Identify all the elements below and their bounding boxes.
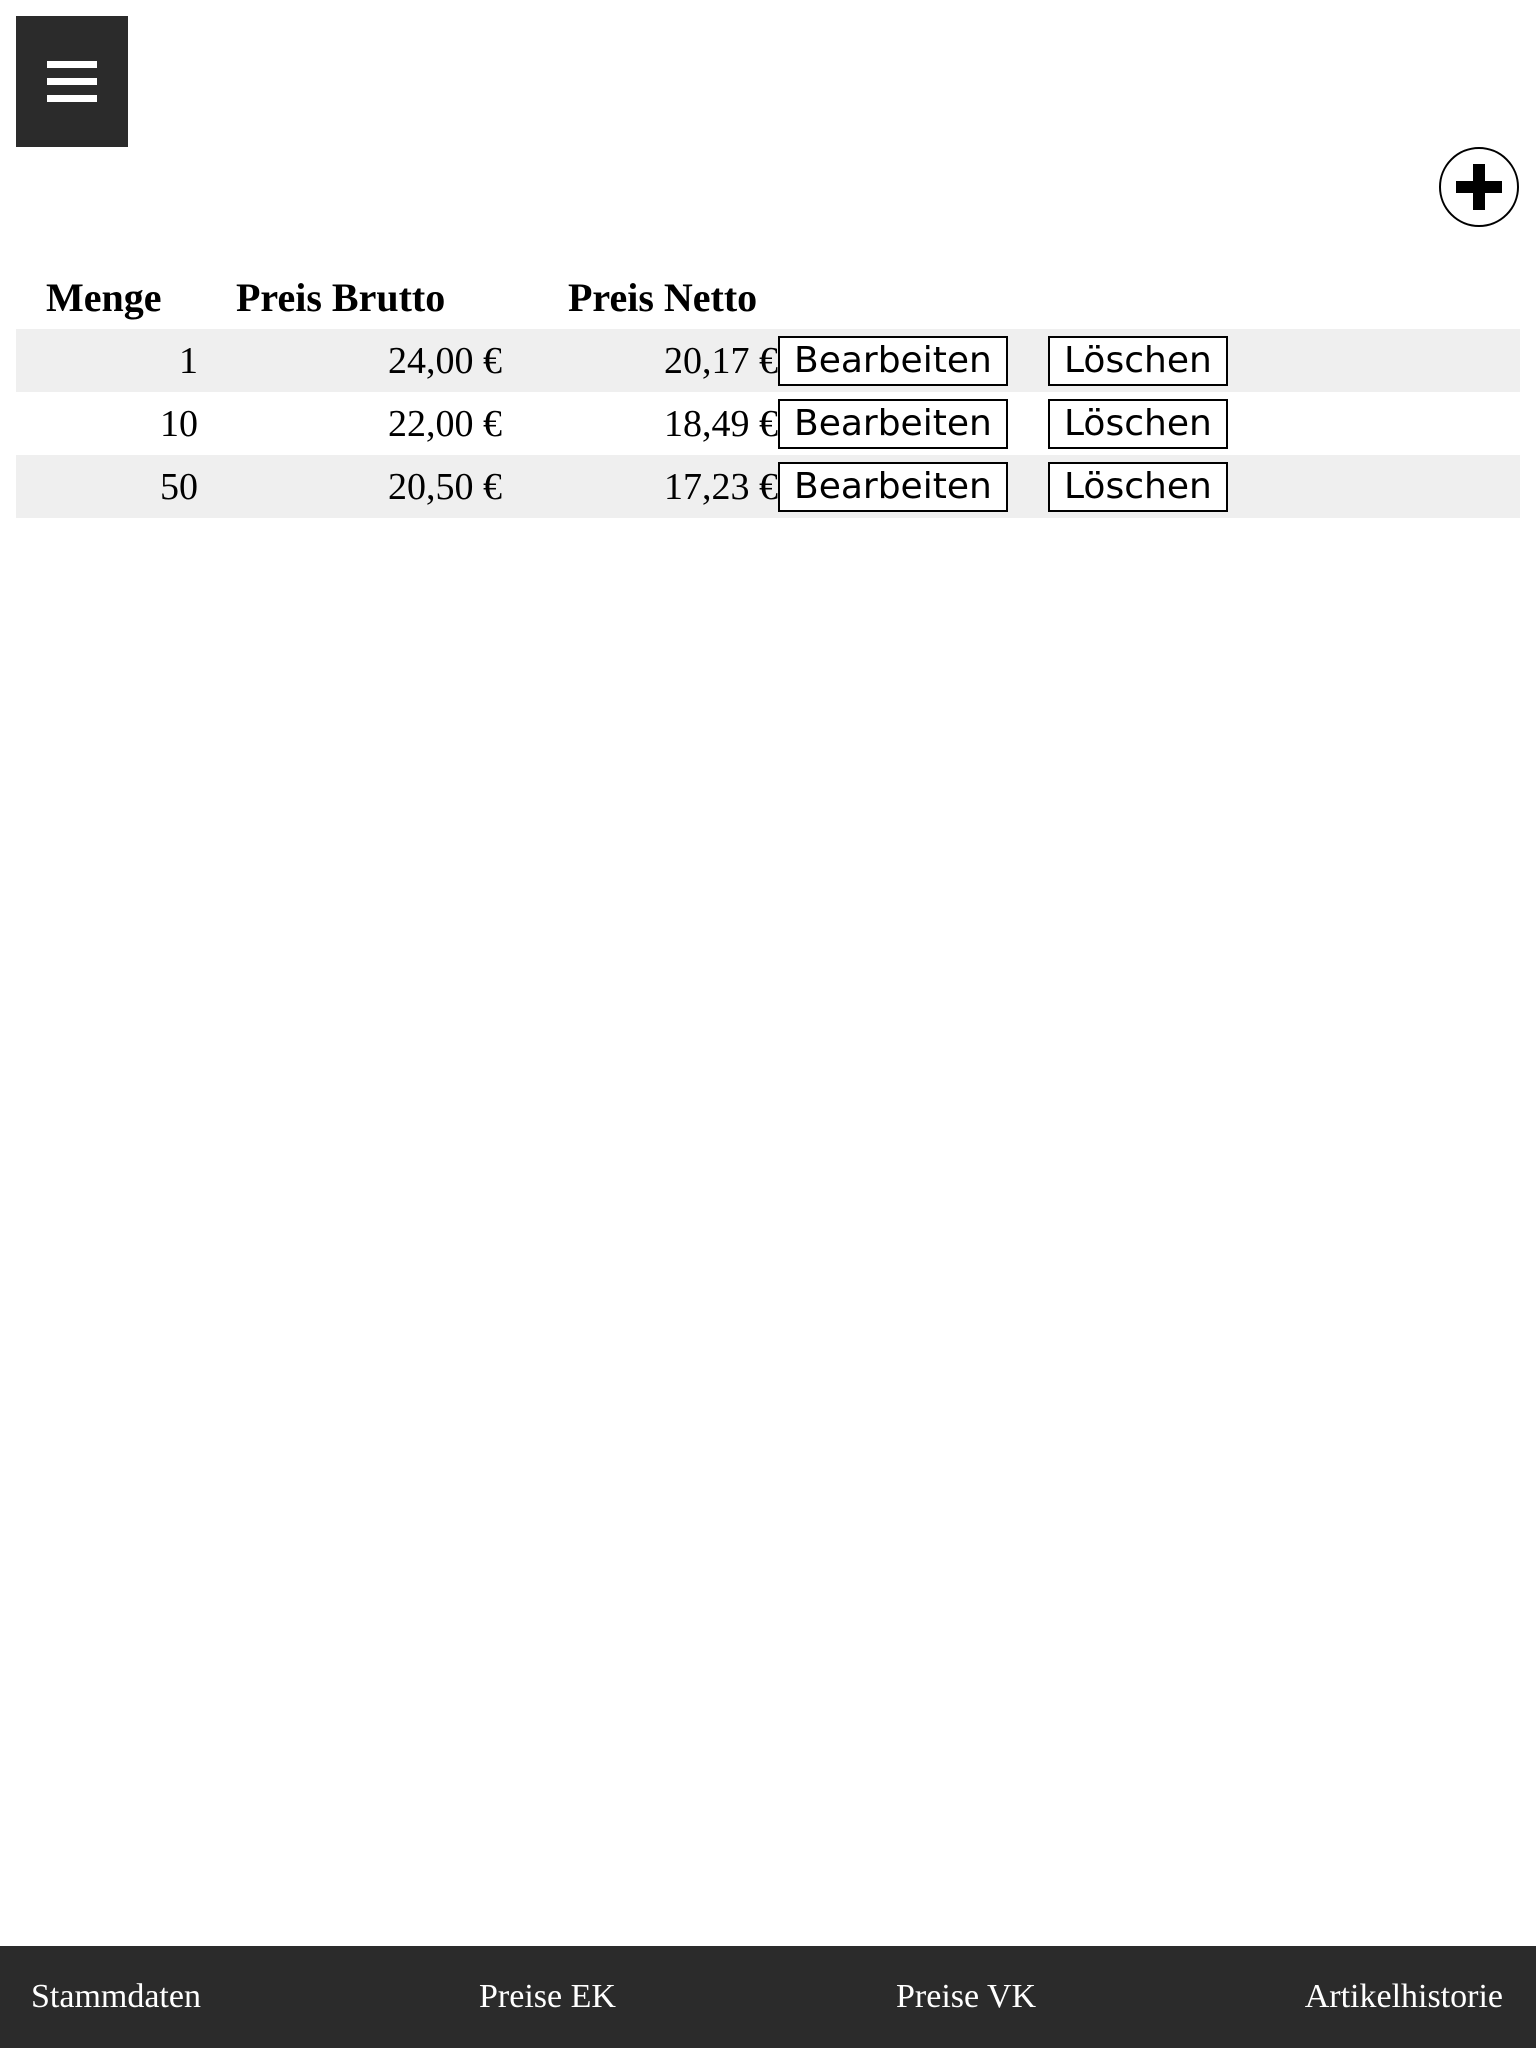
price-table: Menge Preis Brutto Preis Netto 1 24,00 €… <box>16 266 1520 518</box>
net-price-cell: 17,23 € <box>502 455 778 518</box>
nav-item-preise-ek[interactable]: Preise EK <box>479 1946 616 2048</box>
column-header-empty <box>778 266 1048 329</box>
edit-cell: Bearbeiten <box>778 329 1048 392</box>
net-price-value: 17,23 € <box>664 465 778 508</box>
bottom-navigation: Stammdaten Preise EK Preise VK Artikelhi… <box>0 1946 1536 2048</box>
delete-button[interactable]: Löschen <box>1048 335 1228 386</box>
nav-item-stammdaten[interactable]: Stammdaten <box>31 1946 201 2048</box>
table-row: 50 20,50 € 17,23 € Bearbeiten Löschen <box>16 455 1520 518</box>
edit-cell: Bearbeiten <box>778 392 1048 455</box>
net-price-value: 18,49 € <box>664 402 778 445</box>
add-price-button[interactable] <box>1439 147 1519 227</box>
edit-button[interactable]: Bearbeiten <box>778 461 1008 512</box>
quantity-value: 10 <box>160 402 198 445</box>
edit-button[interactable]: Bearbeiten <box>778 335 1008 386</box>
menu-button[interactable] <box>16 16 128 147</box>
quantity-cell: 1 <box>16 329 198 392</box>
table-row: 10 22,00 € 18,49 € Bearbeiten Löschen <box>16 392 1520 455</box>
gross-price-value: 20,50 € <box>388 465 502 508</box>
quantity-value: 1 <box>179 339 198 382</box>
table-row: 1 24,00 € 20,17 € Bearbeiten Löschen <box>16 329 1520 392</box>
quantity-cell: 10 <box>16 392 198 455</box>
delete-cell: Löschen <box>1048 329 1520 392</box>
column-header-quantity: Menge <box>46 275 162 320</box>
delete-button[interactable]: Löschen <box>1048 461 1228 512</box>
quantity-cell: 50 <box>16 455 198 518</box>
gross-price-value: 24,00 € <box>388 339 502 382</box>
quantity-value: 50 <box>160 465 198 508</box>
column-header-empty <box>1048 266 1520 329</box>
gross-price-cell: 20,50 € <box>198 455 502 518</box>
edit-cell: Bearbeiten <box>778 455 1048 518</box>
nav-item-artikelhistorie[interactable]: Artikelhistorie <box>1305 1946 1503 2048</box>
hamburger-menu-icon <box>47 60 97 103</box>
gross-price-value: 22,00 € <box>388 402 502 445</box>
delete-button[interactable]: Löschen <box>1048 398 1228 449</box>
gross-price-cell: 24,00 € <box>198 329 502 392</box>
delete-cell: Löschen <box>1048 455 1520 518</box>
page: Menge Preis Brutto Preis Netto 1 24,00 €… <box>0 0 1536 2048</box>
delete-cell: Löschen <box>1048 392 1520 455</box>
net-price-value: 20,17 € <box>664 339 778 382</box>
table-header-row: Menge Preis Brutto Preis Netto <box>16 266 1520 329</box>
plus-icon <box>1456 164 1502 210</box>
gross-price-cell: 22,00 € <box>198 392 502 455</box>
nav-item-preise-vk[interactable]: Preise VK <box>896 1946 1036 2048</box>
column-header-net-price: Preis Netto <box>568 275 758 320</box>
net-price-cell: 18,49 € <box>502 392 778 455</box>
edit-button[interactable]: Bearbeiten <box>778 398 1008 449</box>
column-header-gross-price: Preis Brutto <box>236 275 446 320</box>
net-price-cell: 20,17 € <box>502 329 778 392</box>
